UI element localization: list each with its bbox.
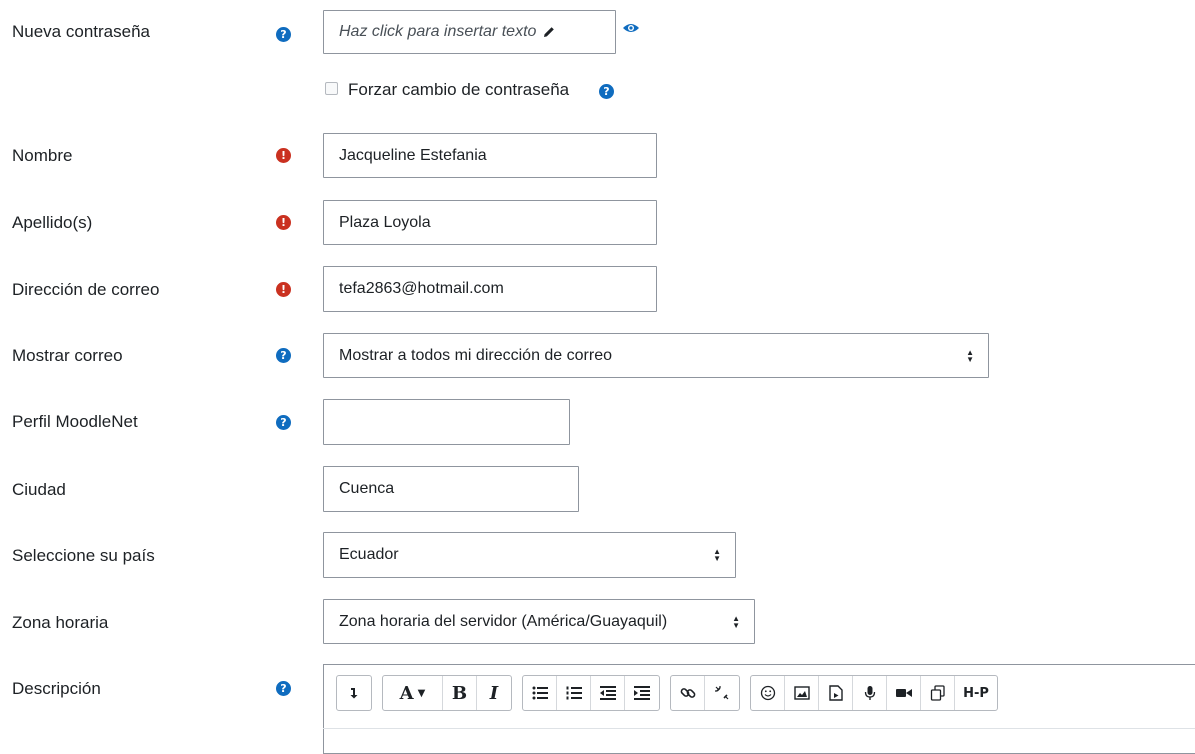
unlink-icon[interactable] xyxy=(705,676,739,710)
maildisplay-label: Mostrar correo xyxy=(12,346,123,365)
exclamation-circle-icon: ! xyxy=(276,148,291,163)
timezone-select[interactable]: Zona horaria del servidor (América/Guaya… xyxy=(323,599,755,644)
question-circle-icon[interactable]: ? xyxy=(599,84,614,99)
bold-icon[interactable]: B xyxy=(443,676,477,710)
h5p-label: H-P xyxy=(963,685,989,701)
lastname-input[interactable]: Plaza Loyola xyxy=(323,200,657,245)
country-value: Ecuador xyxy=(339,546,399,563)
link-icon[interactable] xyxy=(671,676,705,710)
indent-icon[interactable] xyxy=(625,676,659,710)
emoticon-icon[interactable] xyxy=(751,676,785,710)
password-label: Nueva contraseña xyxy=(12,22,150,41)
email-input[interactable]: tefa2863@hotmail.com xyxy=(323,266,657,312)
outdent-icon[interactable] xyxy=(591,676,625,710)
paragraph-style-icon[interactable]: A ▼ xyxy=(383,676,443,710)
editor-divider xyxy=(323,728,1195,729)
force-change-label: Forzar cambio de contraseña xyxy=(348,80,570,99)
firstname-value: Jacqueline Estefania xyxy=(339,146,487,164)
toolbar-group-lists xyxy=(522,675,660,711)
manage-files-icon[interactable] xyxy=(921,676,955,710)
lastname-value: Plaza Loyola xyxy=(339,213,431,231)
email-value: tefa2863@hotmail.com xyxy=(339,280,504,297)
question-circle-icon[interactable]: ? xyxy=(276,681,291,696)
password-field[interactable]: Haz click para insertar texto xyxy=(323,10,616,54)
ordered-list-icon[interactable] xyxy=(557,676,591,710)
toolbar-group-style: A ▼ B I xyxy=(382,675,512,711)
moodlenet-input[interactable] xyxy=(323,399,570,445)
select-arrows-icon: ▲ ▼ xyxy=(966,347,974,364)
media-icon[interactable] xyxy=(819,676,853,710)
description-label: Descripción xyxy=(12,679,101,698)
timezone-value: Zona horaria del servidor (América/Guaya… xyxy=(339,612,668,630)
city-value: Cuenca xyxy=(339,480,395,497)
exclamation-circle-icon: ! xyxy=(276,282,291,297)
timezone-label: Zona horaria xyxy=(12,613,109,632)
description-editor[interactable]: A ▼ B I H-P xyxy=(323,664,1195,754)
microphone-icon[interactable] xyxy=(853,676,887,710)
email-label: Dirección de correo xyxy=(12,280,160,299)
question-circle-icon[interactable]: ? xyxy=(276,27,291,42)
pencil-icon xyxy=(544,27,555,37)
moodlenet-label: Perfil MoodleNet xyxy=(12,412,138,431)
unordered-list-icon[interactable] xyxy=(523,676,557,710)
toolbar-toggle-icon[interactable] xyxy=(337,676,371,710)
firstname-input[interactable]: Jacqueline Estefania xyxy=(323,133,657,178)
question-circle-icon[interactable]: ? xyxy=(276,415,291,430)
city-input[interactable]: Cuenca xyxy=(323,466,579,512)
password-placeholder: Haz click para insertar texto xyxy=(339,23,537,40)
city-label: Ciudad xyxy=(12,480,66,499)
force-change-checkbox[interactable] xyxy=(325,82,338,95)
maildisplay-value: Mostrar a todos mi dirección de correo xyxy=(339,346,612,364)
toolbar-group-media: H-P xyxy=(750,675,998,711)
country-select[interactable]: Ecuador ▲ ▼ xyxy=(323,532,736,578)
video-camera-icon[interactable] xyxy=(887,676,921,710)
toolbar-group-collapse xyxy=(336,675,372,711)
firstname-label: Nombre xyxy=(12,146,73,165)
toolbar-group-links xyxy=(670,675,740,711)
select-arrows-icon: ▲ ▼ xyxy=(713,547,721,563)
eye-icon[interactable] xyxy=(622,22,640,34)
italic-icon[interactable]: I xyxy=(477,676,511,710)
exclamation-circle-icon: ! xyxy=(276,215,291,230)
image-icon[interactable] xyxy=(785,676,819,710)
lastname-label: Apellido(s) xyxy=(12,213,93,232)
select-arrows-icon: ▲ ▼ xyxy=(732,613,740,630)
maildisplay-select[interactable]: Mostrar a todos mi dirección de correo ▲… xyxy=(323,333,989,378)
question-circle-icon[interactable]: ? xyxy=(276,348,291,363)
country-label: Seleccione su país xyxy=(12,546,155,565)
editor-toolbar: A ▼ B I H-P xyxy=(336,675,998,711)
h5p-icon[interactable]: H-P xyxy=(955,676,997,710)
